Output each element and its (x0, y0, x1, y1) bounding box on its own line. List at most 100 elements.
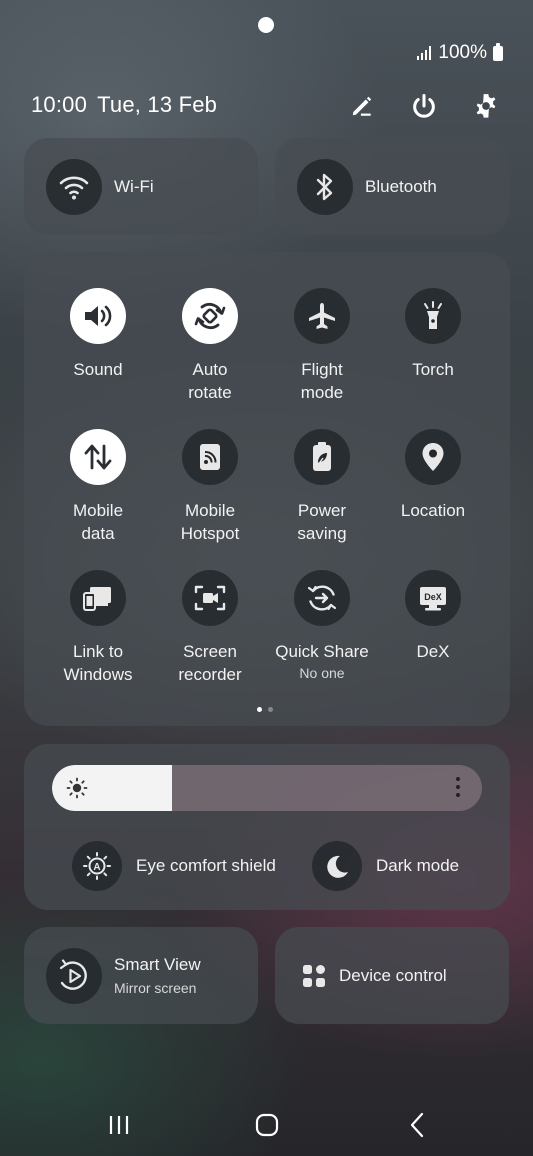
page-dot-2[interactable] (268, 707, 273, 712)
torch-toggle[interactable] (405, 288, 461, 344)
home-button[interactable] (237, 1100, 297, 1150)
sound-toggle[interactable] (70, 288, 126, 344)
dark-mode-circle[interactable] (312, 841, 362, 891)
wifi-toggle[interactable] (46, 158, 102, 215)
front-camera (258, 17, 274, 33)
eye-comfort-toggle[interactable]: A Eye comfort shield (72, 841, 276, 891)
screen-recorder-toggle[interactable] (182, 570, 238, 626)
tile-torch[interactable]: Torch (373, 288, 493, 381)
hotspot-icon (200, 444, 220, 470)
brightness-panel: A Eye comfort shield Dark mode (24, 744, 510, 910)
tile-power-saving[interactable]: Power saving (262, 429, 382, 545)
mobile-data-toggle[interactable] (70, 429, 126, 485)
more-options-icon[interactable] (456, 777, 460, 801)
tile-sound[interactable]: Sound (38, 288, 158, 381)
recents-button[interactable] (89, 1100, 149, 1150)
brightness-slider[interactable] (52, 765, 482, 811)
tile-label: Quick Share (275, 642, 369, 661)
bluetooth-icon (316, 173, 333, 200)
rotate-icon (194, 302, 226, 330)
recents-icon (109, 1116, 129, 1134)
tile-screen-recorder[interactable]: Screen recorder (150, 570, 270, 686)
back-button[interactable] (387, 1100, 447, 1150)
link-to-windows-toggle[interactable] (70, 570, 126, 626)
navigation-bar (0, 1100, 533, 1150)
device-control-tile[interactable]: Device control (275, 927, 509, 1024)
tile-label: Location (400, 501, 466, 520)
svg-text:A: A (93, 862, 100, 873)
airplane-icon (309, 303, 335, 329)
settings-button[interactable] (469, 90, 503, 122)
tile-quick-share[interactable]: Quick Share No one (262, 570, 382, 681)
location-toggle[interactable] (405, 429, 461, 485)
battery-leaf-icon (313, 442, 331, 471)
date: Tue, 13 Feb (97, 92, 218, 117)
wifi-icon (59, 176, 89, 199)
tile-label: Power saving (297, 501, 347, 543)
speaker-icon (85, 305, 112, 327)
page-dot-1[interactable] (257, 707, 262, 712)
tile-label: Mobile data (72, 501, 124, 543)
home-icon (255, 1113, 279, 1137)
smart-view-subtitle: Mirror screen (114, 980, 197, 996)
tile-label: Mobile Hotspot (180, 501, 240, 543)
bluetooth-tile[interactable]: Bluetooth (275, 138, 509, 235)
dex-icon: DeX (420, 587, 446, 611)
tile-label: Flight mode (300, 360, 344, 402)
quick-share-icon (307, 585, 337, 611)
gear-icon (476, 94, 496, 118)
edit-button[interactable] (345, 90, 379, 122)
tile-dex[interactable]: DeX DeX (373, 570, 493, 663)
clock: 10:00 (31, 92, 88, 117)
tile-sublabel: No one (299, 665, 345, 681)
tile-link-to-windows[interactable]: Link to Windows (38, 570, 158, 686)
tile-mobile-hotspot[interactable]: Mobile Hotspot (150, 429, 270, 545)
tile-auto-rotate[interactable]: Auto rotate (150, 288, 270, 404)
bluetooth-toggle[interactable] (297, 158, 353, 215)
wifi-tile[interactable]: Wi-Fi (24, 138, 258, 235)
tile-label: Torch (412, 360, 454, 379)
tile-mobile-data[interactable]: Mobile data (38, 429, 158, 545)
power-saving-toggle[interactable] (294, 429, 350, 485)
eye-comfort-circle[interactable]: A (72, 841, 122, 891)
tile-location[interactable]: Location (373, 429, 493, 522)
quick-share-toggle[interactable] (294, 570, 350, 626)
bluetooth-label: Bluetooth (365, 176, 437, 196)
date-time: 10:00 Tue, 13 Feb (31, 92, 217, 118)
smart-view-icon (59, 958, 87, 990)
smart-view-tile[interactable]: Smart View Mirror screen (24, 927, 258, 1024)
tile-flight-mode[interactable]: Flight mode (262, 288, 382, 404)
tile-label: Link to Windows (63, 642, 133, 684)
moon-icon (327, 855, 348, 878)
screen-record-icon (194, 585, 226, 611)
pencil-icon (352, 96, 372, 116)
power-button[interactable] (407, 90, 441, 122)
tile-label: Screen recorder (178, 642, 242, 684)
dark-mode-label: Dark mode (376, 856, 460, 875)
location-pin-icon (422, 443, 444, 471)
data-arrows-icon (84, 444, 112, 470)
battery-percent: 100% (438, 42, 487, 63)
quick-settings-panel: Sound Auto rotate Flight mode Torch Mobi… (24, 252, 510, 726)
link-windows-icon (83, 587, 111, 611)
mobile-hotspot-toggle[interactable] (182, 429, 238, 485)
header-actions (345, 90, 503, 122)
flight-mode-toggle[interactable] (294, 288, 350, 344)
power-icon (413, 93, 435, 118)
svg-text:DeX: DeX (424, 592, 442, 602)
auto-rotate-toggle[interactable] (182, 288, 238, 344)
back-icon (410, 1112, 424, 1138)
smart-view-toggle[interactable] (46, 947, 102, 1004)
wifi-label: Wi-Fi (114, 176, 154, 196)
device-control-label: Device control (339, 965, 447, 985)
smart-view-title: Smart View (114, 955, 201, 974)
eye-comfort-icon: A (83, 852, 111, 880)
signal-icon (417, 46, 432, 60)
device-control-icon (303, 964, 325, 987)
tile-label: Auto rotate (188, 360, 232, 402)
dark-mode-toggle[interactable]: Dark mode (312, 841, 459, 891)
status-bar: 100% (416, 42, 503, 64)
dex-toggle[interactable]: DeX (405, 570, 461, 626)
tile-label: Sound (73, 360, 123, 379)
eye-comfort-label: Eye comfort shield (136, 856, 276, 875)
